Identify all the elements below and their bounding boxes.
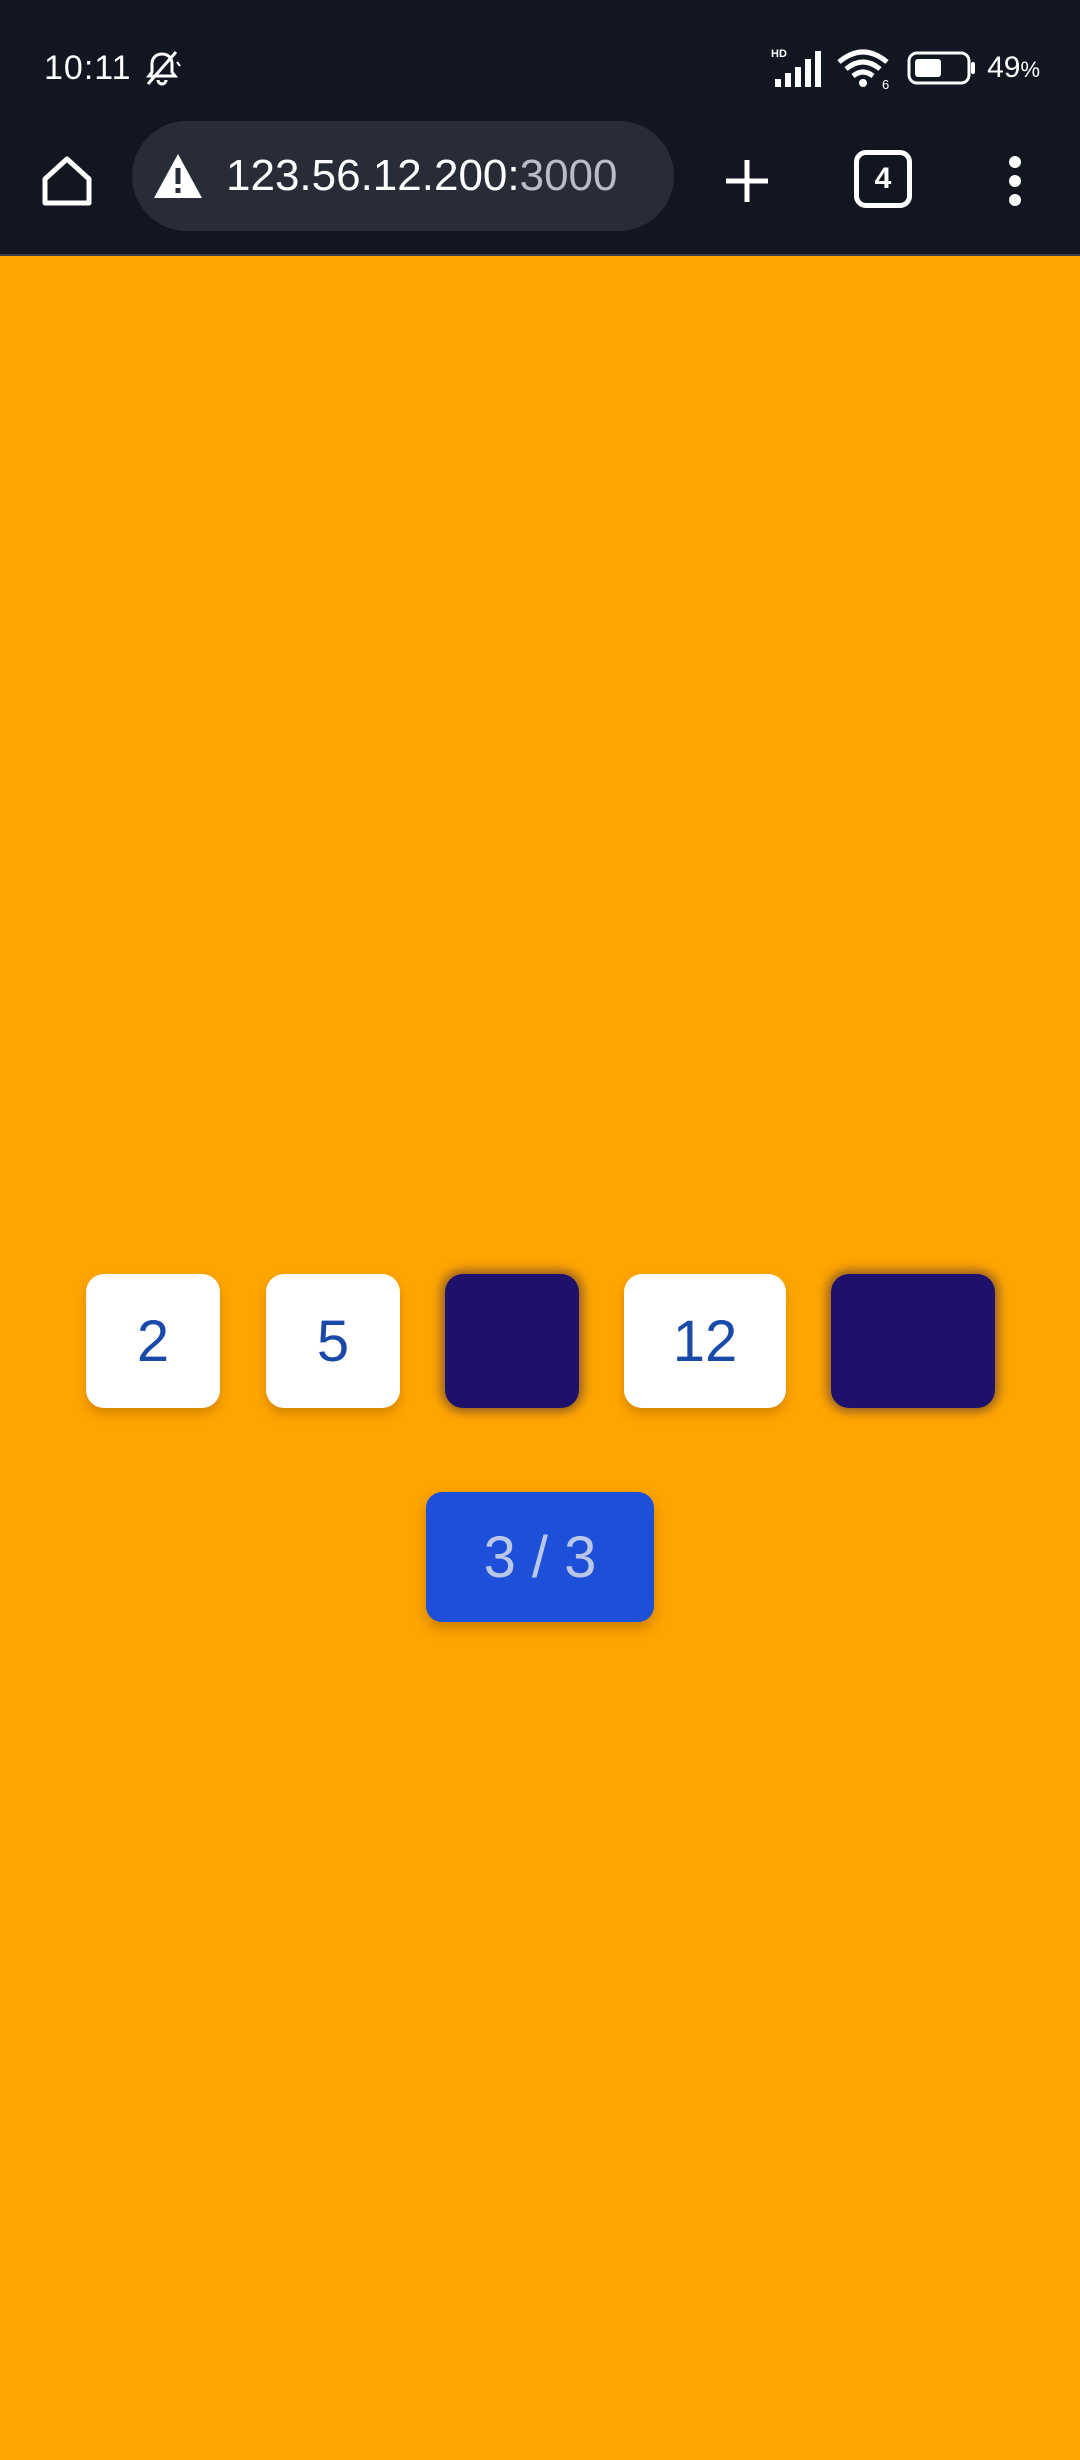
warning-icon [154,154,202,198]
more-vert-icon[interactable] [990,150,1040,212]
address-bar[interactable]: 123.56.12.200:3000 [132,121,674,231]
wifi-standard-label: 6 [882,77,889,90]
url-host: 123.56.12.200: [226,151,520,200]
battery-icon [907,51,976,85]
home-button[interactable] [36,150,98,212]
tile-value: 12 [672,1308,738,1374]
status-right: HD 6 49% [771,46,1040,90]
number-tile[interactable]: 2 [86,1274,220,1408]
url-text: 123.56.12.200:3000 [226,151,618,201]
menu-dot [1009,156,1021,168]
wifi-icon: 6 [837,49,889,90]
status-time: 10:11 [44,48,132,87]
tab-count: 4 [874,162,892,195]
plus-icon [726,160,768,202]
menu-dot [1009,194,1021,206]
cellular-signal-icon: HD [771,48,822,87]
browser-toolbar: 123.56.12.200:3000 4 [0,121,1080,256]
status-bar: 10:11 HD 6 49% [0,0,1080,130]
network-type-label: HD [771,48,787,60]
number-tile[interactable]: 5 [266,1274,400,1408]
mute-icon [145,51,181,86]
progress-button[interactable]: 3 / 3 [426,1492,654,1622]
hidden-tile[interactable] [445,1274,579,1408]
hidden-tile[interactable] [831,1274,995,1408]
home-icon [42,156,92,206]
tile-value: 5 [316,1308,350,1374]
battery-percent: 49% [987,51,1040,84]
tab-switcher-button[interactable]: 4 [854,150,912,208]
menu-dot [1009,175,1021,187]
new-tab-button[interactable] [716,150,778,212]
number-tile[interactable]: 12 [624,1274,786,1408]
url-port: 3000 [519,151,618,200]
status-time-group: 10:11 [44,48,182,88]
tile-value: 2 [136,1308,170,1374]
